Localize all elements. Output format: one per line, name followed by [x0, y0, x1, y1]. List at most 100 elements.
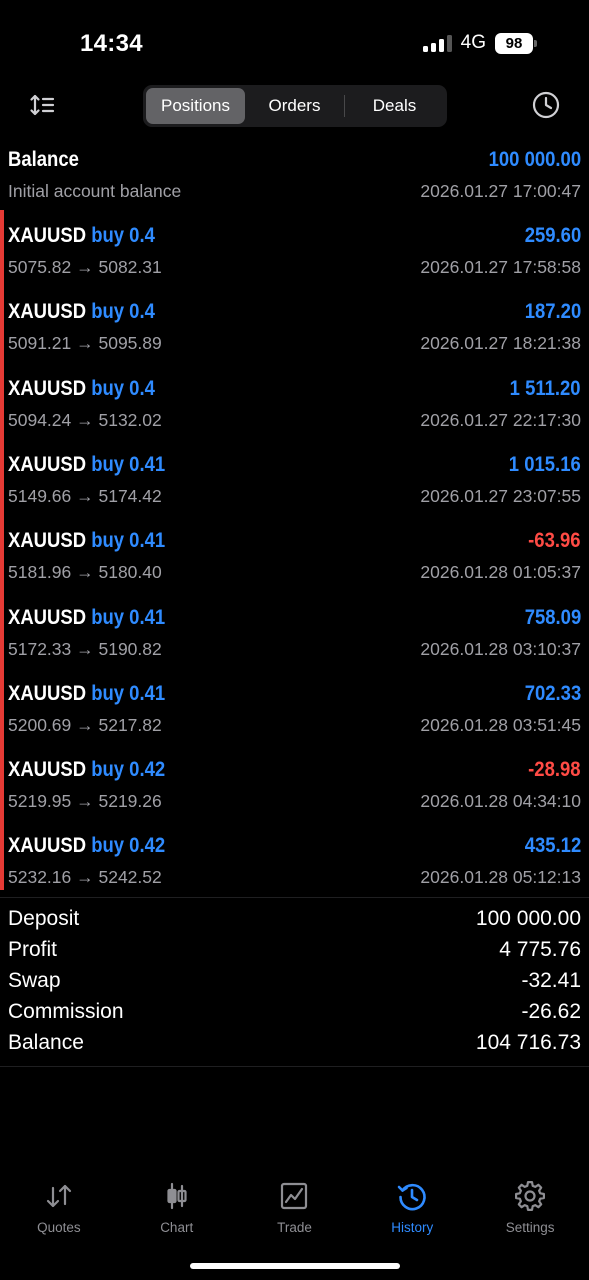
tab-trade[interactable]: Trade [236, 1170, 354, 1240]
segment-positions[interactable]: Positions [146, 88, 245, 124]
deal-time: 2026.01.27 18:21:38 [420, 333, 581, 354]
deal-time: 2026.01.28 03:51:45 [420, 714, 581, 735]
deal-time: 2026.01.28 04:34:10 [420, 791, 581, 812]
deal-time: 2026.01.28 03:10:37 [420, 638, 581, 659]
candlestick-icon [167, 1182, 187, 1210]
summary-value: -32.41 [521, 968, 581, 992]
deal-profit: 702.33 [524, 681, 581, 705]
top-nav: Positions Orders Deals [0, 80, 589, 132]
deal-time: 2026.01.28 05:12:13 [420, 867, 581, 888]
deal-prices: 5091.21 → 5095.89 [8, 333, 162, 354]
deal-side: buy 0.42 [91, 758, 166, 782]
period-button[interactable] [531, 90, 561, 120]
tab-label: Trade [277, 1220, 312, 1235]
deal-prices: 5232.16 → 5242.52 [8, 867, 162, 888]
summary-value: 4 775.76 [499, 937, 581, 961]
sort-icon [30, 94, 55, 116]
balance-deal-row[interactable]: Balance Initial account balance 100 000.… [0, 140, 589, 216]
cellular-signal-icon [422, 34, 452, 52]
gear-icon [515, 1181, 546, 1212]
deal-row[interactable]: XAUUSD buy 0.42 5232.16 → 5242.52 435.12 20… [0, 826, 589, 902]
tab-quotes[interactable]: Quotes [0, 1170, 118, 1240]
sort-button[interactable] [28, 90, 58, 120]
deal-time: 2026.01.27 22:17:30 [420, 409, 581, 430]
deal-profit: 1 015.16 [509, 452, 581, 476]
deal-side: buy 0.41 [91, 681, 166, 705]
deal-row[interactable]: XAUUSD buy 0.42 5219.95 → 5219.26 -28.98 20… [0, 750, 589, 826]
home-indicator[interactable] [190, 1263, 400, 1269]
deal-profit: -63.96 [528, 529, 581, 553]
deal-row[interactable]: XAUUSD buy 0.41 5149.66 → 5174.42 1 015.16… [0, 445, 589, 521]
deal-side: buy 0.41 [91, 605, 166, 629]
deal-side: buy 0.4 [91, 224, 155, 247]
deal-title: XAUUSD buy 0.42 [8, 834, 165, 858]
deal-symbol: XAUUSD [8, 300, 87, 324]
deal-prices: 5075.82 → 5082.31 [8, 257, 162, 277]
summary-divider [0, 897, 589, 898]
battery-level: 98 [495, 32, 533, 54]
deal-row[interactable]: XAUUSD buy 0.41 5172.33 → 5190.82 758.09 20… [0, 598, 589, 674]
deal-side: buy 0.41 [91, 529, 166, 553]
deal-profit: -28.98 [528, 758, 581, 782]
clock-icon [532, 91, 560, 119]
deal-symbol: XAUUSD [8, 605, 87, 629]
deal-row[interactable]: XAUUSD buy 0.41 5200.69 → 5217.82 702.33 20… [0, 674, 589, 750]
deal-time: 2026.01.27 23:07:55 [420, 485, 581, 506]
trade-chart-icon [281, 1182, 308, 1210]
deal-title: XAUUSD buy 0.41 [8, 529, 165, 553]
summary-balance: Balance 104 716.73 [0, 1027, 589, 1058]
status-bar: 14:34 4G 98 [0, 0, 589, 80]
deal-side: buy 0.4 [91, 376, 155, 400]
deal-side: buy 0.4 [91, 300, 155, 324]
balance-time: 2026.01.27 17:00:47 [420, 181, 581, 201]
deal-symbol: XAUUSD [8, 681, 87, 705]
deal-prices: 5149.66 → 5174.42 [8, 485, 162, 506]
balance-subtitle: Initial account balance [8, 181, 182, 201]
summary-value: -26.62 [521, 999, 581, 1023]
segment-orders[interactable]: Orders [245, 88, 344, 124]
deal-symbol: XAUUSD [8, 224, 87, 247]
deal-prices: 5219.95 → 5219.26 [8, 791, 162, 812]
deal-profit: 187.20 [524, 300, 581, 324]
summary-deposit: Deposit 100 000.00 [0, 903, 589, 934]
deal-symbol: XAUUSD [8, 758, 87, 782]
deal-profit: 1 511.20 [510, 376, 581, 400]
segment-deals[interactable]: Deals [345, 88, 444, 124]
tab-label: Chart [160, 1220, 194, 1235]
tab-history[interactable]: History [353, 1170, 471, 1240]
deal-row[interactable]: XAUUSD buy 0.4 5075.82 → 5082.31 259.60 202… [0, 216, 589, 292]
deal-row[interactable]: XAUUSD buy 0.4 5094.24 → 5132.02 1 511.20 2… [0, 369, 589, 445]
summary-bottom-divider [0, 1066, 589, 1067]
deal-title: XAUUSD buy 0.4 [8, 300, 155, 324]
deal-row[interactable]: XAUUSD buy 0.41 5181.96 → 5180.40 -63.96 20… [0, 521, 589, 597]
deal-time: 2026.01.28 01:05:37 [420, 562, 581, 583]
balance-title: Balance [8, 148, 79, 171]
deal-title: XAUUSD buy 0.41 [8, 453, 165, 477]
tab-settings[interactable]: Settings [471, 1170, 589, 1240]
quotes-arrows-icon [46, 1184, 71, 1208]
summary-label: Deposit [8, 906, 80, 930]
deal-symbol: XAUUSD [8, 452, 87, 476]
deal-row[interactable]: XAUUSD buy 0.4 5091.21 → 5095.89 187.20 202… [0, 292, 589, 368]
deal-profit: 758.09 [524, 605, 581, 629]
summary-block: Deposit 100 000.00 Profit 4 775.76 Swap … [0, 903, 589, 1058]
deal-symbol: XAUUSD [8, 529, 87, 553]
deal-title: XAUUSD buy 0.42 [8, 758, 165, 782]
summary-swap: Swap -32.41 [0, 965, 589, 996]
summary-value: 104 716.73 [475, 1030, 581, 1054]
tab-chart[interactable]: Chart [118, 1170, 236, 1240]
deal-symbol: XAUUSD [8, 834, 87, 858]
deal-title: XAUUSD buy 0.4 [8, 377, 155, 401]
summary-label: Balance [8, 1030, 84, 1054]
deal-side: buy 0.41 [91, 452, 166, 476]
summary-label: Swap [8, 968, 61, 992]
deal-prices: 5172.33 → 5190.82 [8, 638, 162, 659]
deal-title: XAUUSD buy 0.4 [8, 224, 155, 248]
tab-label: Quotes [37, 1220, 81, 1235]
tab-label: History [391, 1220, 434, 1235]
status-time: 14:34 [80, 30, 143, 57]
tab-label: Settings [505, 1220, 555, 1235]
deal-profit: 435.12 [524, 834, 581, 858]
history-clock-icon [397, 1183, 427, 1211]
network-type: 4G [460, 32, 486, 53]
